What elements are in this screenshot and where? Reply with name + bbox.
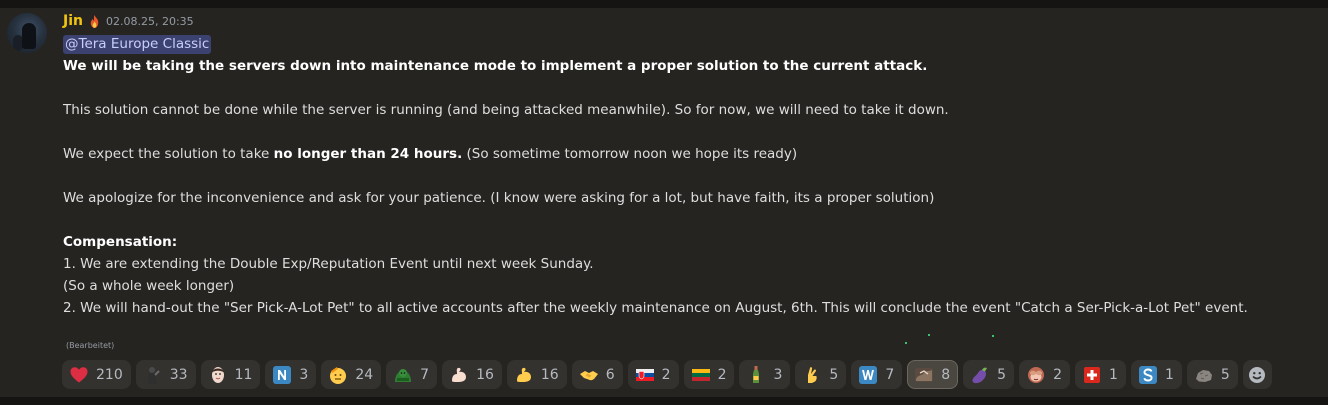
smiley-add-icon	[1249, 366, 1266, 383]
top-divider	[0, 0, 1328, 8]
reaction-flag-slovakia[interactable]: 2	[627, 360, 679, 389]
reaction-flexed-biceps-light[interactable]: 16	[442, 360, 502, 389]
reaction-custom-green-emote[interactable]: 7	[386, 360, 438, 389]
crossed-fingers-icon	[808, 366, 818, 383]
letter-n-icon	[273, 365, 292, 384]
edited-label: (Bearbeitet)	[66, 341, 115, 350]
reaction-letter-s[interactable]: 1	[1130, 360, 1182, 389]
rock-icon	[1195, 369, 1212, 382]
author-name[interactable]: Jin	[63, 13, 83, 29]
flexed-biceps-icon	[516, 367, 531, 382]
reaction-custom-image-emote[interactable]: 8	[907, 360, 959, 389]
reaction-letter-n[interactable]: 3	[265, 360, 317, 389]
reaction-flag-lithuania[interactable]: 2	[683, 360, 735, 389]
bottle-icon	[753, 365, 760, 383]
flag-slovakia-icon	[635, 368, 654, 381]
paragraph-1: This solution cannot be done while the s…	[63, 102, 949, 118]
headline: We will be taking the servers down into …	[63, 58, 928, 74]
custom-green-emote-icon	[395, 368, 412, 382]
role-mention[interactable]: @Tera Europe Classic	[63, 35, 212, 54]
reaction-custom-face[interactable]: 11	[200, 360, 261, 389]
reaction-heart[interactable]: 210	[62, 360, 131, 389]
custom-face-icon	[211, 366, 224, 383]
compensation-line: 2. We will hand-out the "Ser Pick-A-Lot …	[63, 300, 1248, 316]
reaction-rock[interactable]: 5	[1186, 360, 1238, 389]
paragraph-3: We apologize for the inconvenience and a…	[63, 190, 935, 206]
reaction-handshake[interactable]: 6	[571, 360, 623, 389]
swiss-flag-icon	[1084, 366, 1101, 383]
reaction-crossed-fingers[interactable]: 5	[795, 360, 847, 389]
reaction-see-no-evil-monkey[interactable]: 2	[1019, 360, 1071, 389]
compensation-heading: Compensation:	[63, 234, 178, 250]
avatar[interactable]	[7, 13, 47, 53]
flexed-biceps-light-icon	[452, 367, 467, 382]
compensation-line: (So a whole week longer)	[63, 278, 235, 294]
sparkle-decoration	[928, 334, 930, 336]
reaction-swiss-flag[interactable]: 1	[1075, 360, 1126, 389]
reaction-flexed-biceps[interactable]: 16	[506, 360, 567, 389]
heart-icon	[70, 366, 88, 382]
reaction-letter-w[interactable]: 7	[851, 360, 903, 389]
compensation-line: 1. We are extending the Double Exp/Reput…	[63, 256, 594, 272]
message-header: Jin 02.08.25, 20:35	[63, 12, 194, 30]
reaction-saluting-face[interactable]: 24	[321, 360, 382, 389]
add-reaction-button[interactable]	[1242, 360, 1272, 389]
chat-message: Jin 02.08.25, 20:35 @Tera Europe Classic…	[0, 8, 1328, 397]
sparkle-decoration	[905, 342, 907, 344]
custom-image-emote-icon	[915, 367, 934, 382]
reaction-bar: 210 33 11 3 24 7 16 16 6 2 2 3 5 7 8 5 2…	[62, 360, 1272, 389]
see-no-evil-monkey-icon	[1028, 366, 1045, 383]
reaction-eggplant[interactable]: 5	[963, 360, 1015, 389]
eggplant-icon	[972, 367, 988, 383]
flag-lithuania-icon	[691, 368, 710, 381]
bottom-divider	[0, 397, 1328, 405]
custom-figure-icon	[147, 366, 160, 384]
paragraph-2: We expect the solution to take no longer…	[63, 146, 798, 162]
letter-s-icon	[1138, 365, 1157, 384]
reaction-bottle[interactable]: 3	[739, 360, 791, 389]
letter-w-icon	[859, 365, 878, 384]
paragraph-2-bold: no longer than 24 hours.	[273, 146, 463, 162]
flame-role-icon	[90, 14, 99, 28]
reaction-custom-figure[interactable]: 33	[135, 360, 196, 389]
timestamp: 02.08.25, 20:35	[105, 14, 194, 28]
handshake-icon	[579, 370, 598, 380]
message-content: @Tera Europe Classic We will be taking t…	[63, 33, 1313, 319]
saluting-face-icon	[330, 366, 347, 384]
sparkle-decoration	[992, 335, 994, 337]
